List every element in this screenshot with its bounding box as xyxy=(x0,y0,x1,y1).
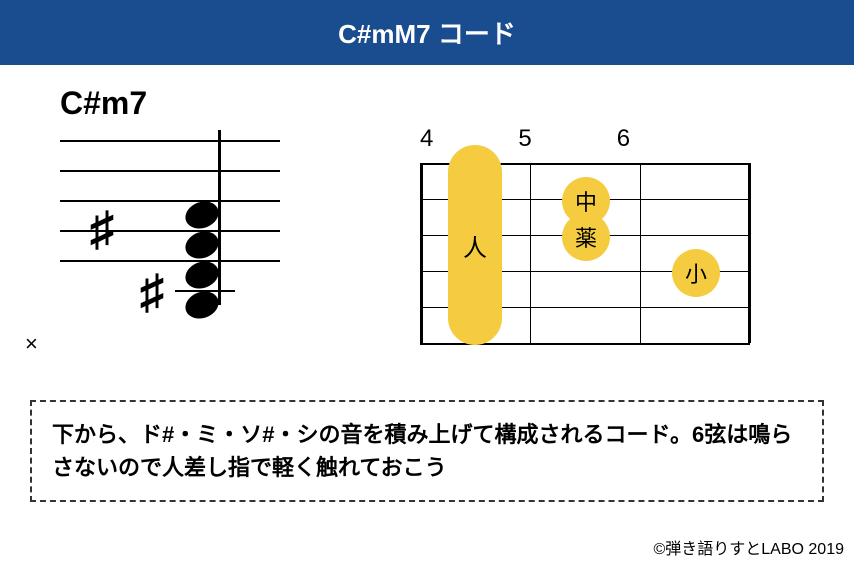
note-head xyxy=(182,287,223,323)
finger-dot-ring: 薬 xyxy=(562,213,610,261)
description-text: 下から、ド#・ミ・ソ#・シの音を積み上げて構成されるコード。6弦は鳴らさないので… xyxy=(52,422,792,480)
fret-number: 5 xyxy=(518,125,531,153)
chord-name-label: C#m7 xyxy=(60,85,310,122)
content-area: C#m7 ♯ ♯ 4 5 6 xyxy=(0,65,854,380)
sharp-symbol: ♯ xyxy=(90,202,114,257)
finger-dot-pinky: 小 xyxy=(672,249,720,297)
note-head xyxy=(182,257,223,293)
staff-diagram: ♯ ♯ xyxy=(60,130,280,370)
finger-label: 小 xyxy=(685,257,707,289)
fret-number: 4 xyxy=(420,125,433,153)
finger-barre-index: 人 xyxy=(448,145,502,345)
note-head xyxy=(182,227,223,263)
note-head xyxy=(182,197,223,233)
finger-label: 人 xyxy=(463,228,487,263)
description-box: 下から、ド#・ミ・ソ#・シの音を積み上げて構成されるコード。6弦は鳴らさないので… xyxy=(30,400,824,502)
finger-label: 薬 xyxy=(575,221,597,253)
page-header: C#mM7 コード xyxy=(0,0,854,65)
copyright-text: ©弾き語りすとLABO 2019 xyxy=(653,535,844,559)
mute-mark: × xyxy=(25,331,38,357)
sharp-symbol: ♯ xyxy=(140,265,164,320)
fretboard-grid: 人 中 薬 小 xyxy=(420,163,750,343)
music-notation: C#m7 ♯ ♯ xyxy=(30,85,310,370)
fretboard-diagram: 4 5 6 人 中 薬 小 xyxy=(370,85,824,370)
fret-number: 6 xyxy=(617,125,630,153)
header-title: C#mM7 コード xyxy=(338,19,516,49)
